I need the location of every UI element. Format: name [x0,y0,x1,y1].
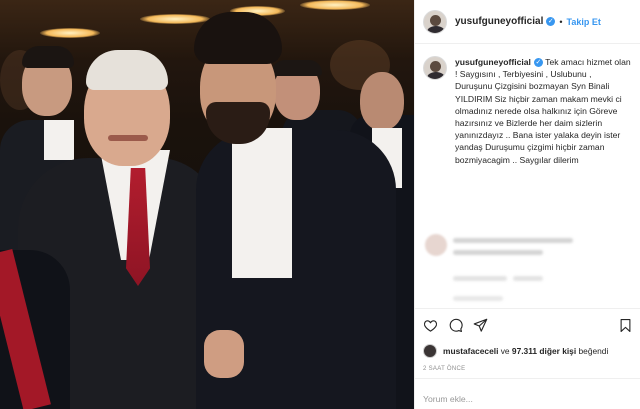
post-caption: yusufguneyofficial ✓ Tek amacı hizmet ola… [415,44,640,242]
comment-icon[interactable] [448,318,463,333]
caption-text-block: yusufguneyofficial ✓ Tek amacı hizmet ola… [455,56,631,242]
post-actions: mustafaceceli ve 97.311 diğer kişi beğen… [415,308,640,372]
comment-input[interactable] [423,394,623,404]
post-header: yusufguneyofficial ✓ • Takip Et [415,0,640,44]
verified-badge-icon: ✓ [546,17,556,26]
photo-light [40,28,100,38]
caption-avatar[interactable] [423,56,447,80]
post-photo[interactable] [0,0,414,409]
heart-icon[interactable] [423,318,438,333]
action-icons [423,315,633,335]
profile-avatar[interactable] [423,9,447,34]
liker-avatar[interactable] [423,344,437,358]
caption-username[interactable]: yusufguneyofficial [455,57,531,67]
likes-count[interactable]: 97.311 diğer kişi [512,346,576,356]
header-separator: • [559,16,563,27]
follow-button[interactable]: Takip Et [567,17,601,27]
header-username[interactable]: yusufguneyofficial [455,16,543,27]
verified-badge-icon: ✓ [533,58,543,67]
likes-summary: mustafaceceli ve 97.311 diğer kişi beğen… [423,344,633,358]
caption-body: Tek amacı hizmet olan ! Saygısını , Terb… [455,57,631,165]
comment-box [415,378,640,409]
blurred-avatar [425,234,447,256]
liker-username[interactable]: mustafaceceli [443,346,498,356]
photo-light [140,14,210,24]
photo-light [300,0,370,10]
post-timestamp[interactable]: 2 SAAT ÖNCE [423,366,633,372]
bookmark-icon[interactable] [618,318,633,333]
share-icon[interactable] [473,318,488,333]
post-side-panel: yusufguneyofficial ✓ • Takip Et yusufgun… [414,0,640,409]
